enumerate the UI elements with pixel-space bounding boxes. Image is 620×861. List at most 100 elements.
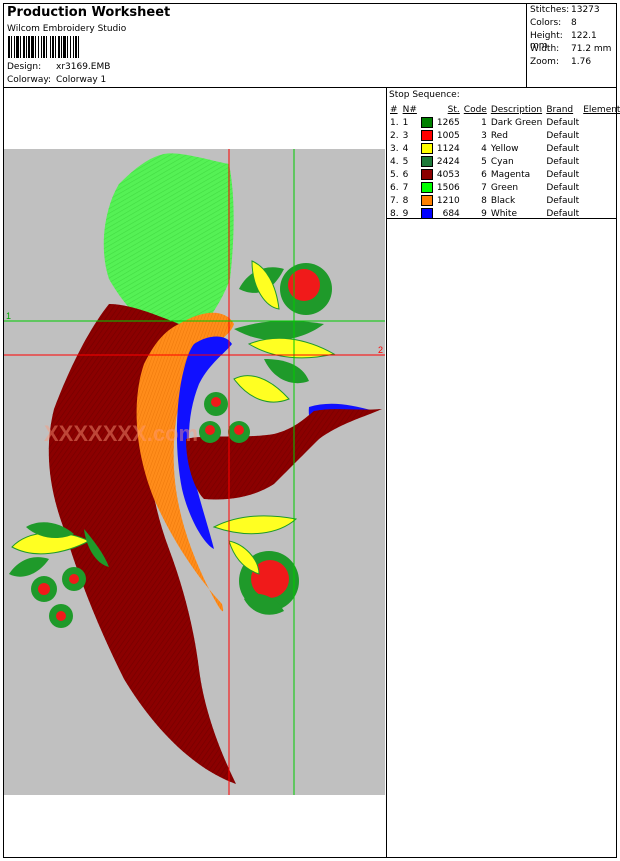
stat-label: Height: bbox=[530, 31, 563, 41]
col-code: Code bbox=[463, 104, 487, 115]
table-row[interactable]: 3. 4 1124 4 Yellow Default bbox=[388, 142, 620, 155]
stat-label: Stitches: bbox=[530, 5, 570, 15]
col-index: # bbox=[390, 104, 398, 115]
stop-sequence-title: Stop Sequence: bbox=[389, 90, 460, 100]
color-swatch bbox=[419, 168, 435, 181]
barcode-bar bbox=[50, 36, 51, 58]
col-needle: N# bbox=[402, 104, 417, 115]
table-row[interactable]: 7. 8 1210 8 Black Default bbox=[388, 194, 620, 207]
color-swatch bbox=[419, 194, 435, 207]
element-name bbox=[581, 181, 620, 194]
stitch-count: 1124 bbox=[436, 143, 460, 154]
barcode-bar bbox=[8, 36, 10, 58]
stat-value: 13273 bbox=[571, 5, 600, 15]
colorway-value: Colorway 1 bbox=[56, 75, 107, 85]
color-description: Magenta bbox=[490, 169, 531, 180]
color-description: Cyan bbox=[490, 156, 514, 167]
row-index: 2. bbox=[390, 130, 399, 141]
color-description: White bbox=[490, 208, 517, 219]
barcode-bar bbox=[20, 36, 21, 58]
thread-brand: Default bbox=[546, 208, 580, 219]
thread-brand: Default bbox=[546, 195, 580, 206]
color-swatch-box bbox=[420, 195, 433, 206]
design-canvas[interactable]: 1 2 XXXXXXX.com bbox=[4, 149, 385, 795]
col-swatch bbox=[419, 103, 435, 116]
table-row[interactable]: 5. 6 4053 6 Magenta Default bbox=[388, 168, 620, 181]
color-code: 9 bbox=[481, 208, 487, 219]
row-index: 8. bbox=[390, 208, 399, 219]
color-swatch bbox=[419, 142, 435, 155]
watermark: XXXXXXX.com bbox=[44, 421, 198, 446]
page-title: Production Worksheet bbox=[7, 5, 171, 20]
barcode-bar bbox=[61, 36, 62, 58]
stitch-count: 1005 bbox=[436, 130, 460, 141]
color-swatch bbox=[419, 129, 435, 142]
stat-label: Width: bbox=[530, 44, 560, 54]
needle-number: 7 bbox=[402, 182, 409, 193]
barcode-bar bbox=[26, 36, 27, 58]
stop-sequence-panel: Stop Sequence: # N# St. Code Description… bbox=[387, 88, 620, 219]
software-name: Wilcom Embroidery Studio bbox=[7, 24, 127, 34]
stat-value: 8 bbox=[571, 18, 577, 28]
color-swatch bbox=[419, 155, 435, 168]
color-code: 3 bbox=[481, 130, 487, 141]
table-row[interactable]: 2. 3 1005 3 Red Default bbox=[388, 129, 620, 142]
col-element: Element bbox=[583, 104, 620, 115]
design-label: Design: bbox=[7, 62, 42, 72]
element-name bbox=[581, 116, 620, 129]
stat-colors: Colors: 8 bbox=[530, 18, 614, 28]
barcode-bar bbox=[63, 36, 66, 58]
stitch-count: 1265 bbox=[436, 117, 460, 128]
barcode-bar bbox=[31, 36, 34, 58]
table-row[interactable]: 6. 7 1506 7 Green Default bbox=[388, 181, 620, 194]
embroidery-design: 1 2 XXXXXXX.com bbox=[4, 149, 385, 795]
stat-label: Zoom: bbox=[530, 57, 559, 67]
barcode-bar bbox=[55, 36, 56, 58]
stitch-count: 2424 bbox=[436, 156, 460, 167]
barcode-bar bbox=[14, 36, 15, 58]
design-value: xr3169.EMB bbox=[56, 62, 111, 72]
color-swatch-box bbox=[420, 143, 433, 154]
stat-label: Colors: bbox=[530, 18, 562, 28]
color-swatch-box bbox=[420, 117, 433, 128]
row-index: 1. bbox=[390, 117, 399, 128]
worksheet: Production Worksheet Wilcom Embroidery S… bbox=[3, 3, 620, 858]
flower-cluster-top bbox=[233, 260, 336, 403]
thread-brand: Default bbox=[546, 130, 580, 141]
col-brand: Brand bbox=[546, 104, 574, 115]
barcode-bar bbox=[58, 36, 60, 58]
flower-cluster-bottom bbox=[212, 515, 299, 615]
needle-number: 5 bbox=[402, 156, 409, 167]
color-swatch-box bbox=[420, 208, 433, 219]
design-preview-pane: 1 2 XXXXXXX.com bbox=[4, 88, 387, 857]
stitch-count: 684 bbox=[442, 208, 460, 219]
header-info: Production Worksheet Wilcom Embroidery S… bbox=[4, 4, 527, 88]
col-description: Description bbox=[490, 104, 543, 115]
element-name bbox=[581, 207, 620, 220]
barcode-bar bbox=[73, 36, 74, 58]
row-index: 5. bbox=[390, 169, 399, 180]
table-row[interactable]: 1. 1 1265 1 Dark Green Default bbox=[388, 116, 620, 129]
colorway-label: Colorway: bbox=[7, 75, 52, 85]
barcode bbox=[8, 36, 79, 58]
stat-zoom: Zoom: 1.76 bbox=[530, 57, 614, 67]
needle-number: 4 bbox=[402, 143, 409, 154]
barcode-bar bbox=[67, 36, 68, 58]
barcode-bar bbox=[16, 36, 19, 58]
thread-brand: Default bbox=[546, 156, 580, 167]
color-code: 7 bbox=[481, 182, 487, 193]
table-row[interactable]: 8. 9 684 9 White Default bbox=[388, 207, 620, 220]
table-row[interactable]: 4. 5 2424 5 Cyan Default bbox=[388, 155, 620, 168]
barcode-bar bbox=[52, 36, 54, 58]
barcode-bar bbox=[46, 36, 47, 58]
barcode-bar bbox=[75, 36, 77, 58]
color-code: 4 bbox=[481, 143, 487, 154]
color-code: 6 bbox=[481, 169, 487, 180]
colorway-row: Colorway: Colorway 1 bbox=[7, 75, 106, 85]
table-header-row: # N# St. Code Description Brand Element bbox=[388, 103, 620, 116]
color-swatch bbox=[419, 116, 435, 129]
row-index: 6. bbox=[390, 182, 399, 193]
color-swatch bbox=[419, 207, 435, 220]
barcode-bar bbox=[38, 36, 39, 58]
needle-number: 3 bbox=[402, 130, 409, 141]
